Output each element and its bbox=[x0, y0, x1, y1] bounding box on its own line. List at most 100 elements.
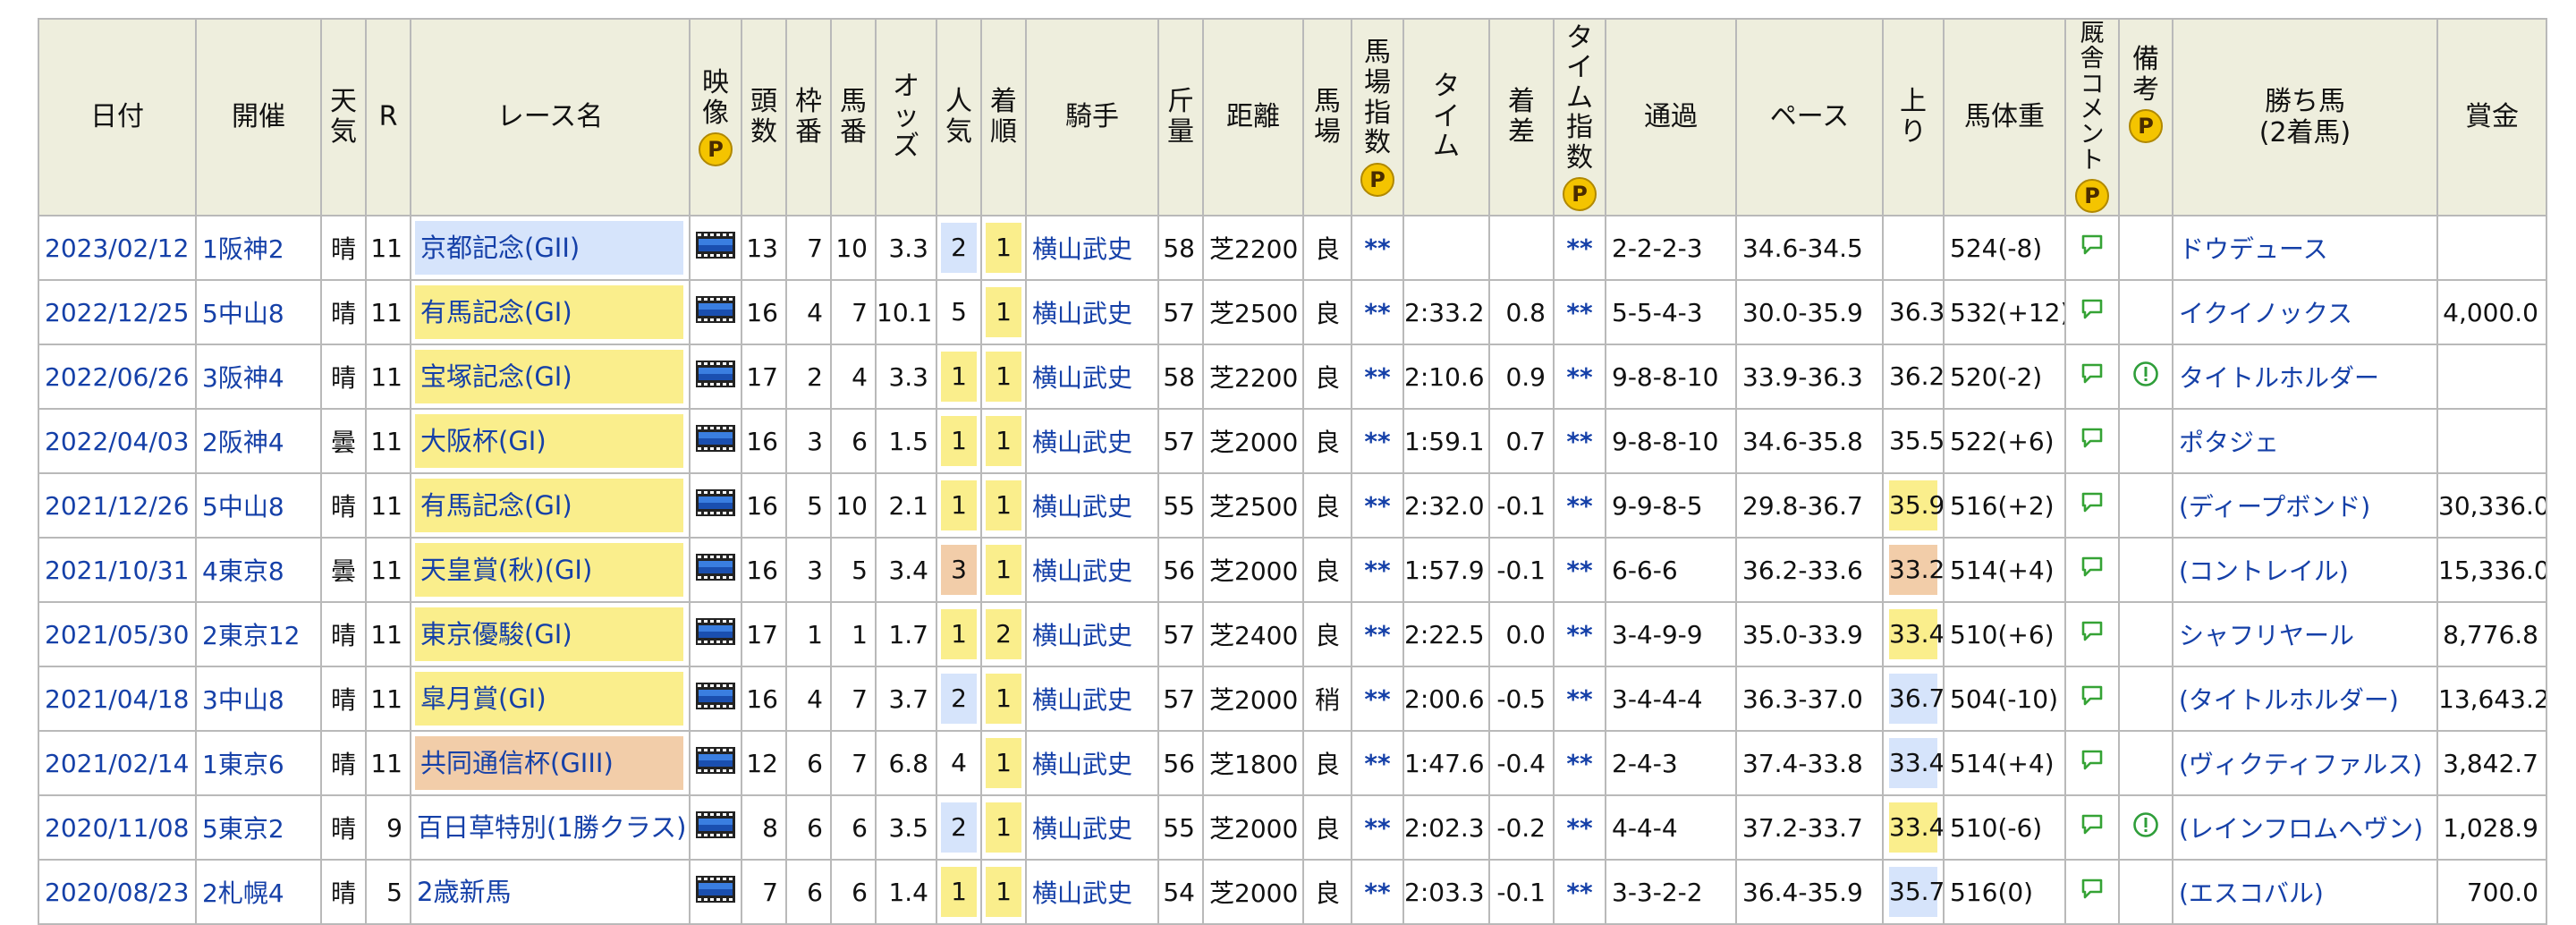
time-index-value[interactable]: ** bbox=[1566, 362, 1592, 392]
date-link[interactable]: 2022/06/26 bbox=[45, 362, 189, 392]
video-icon[interactable] bbox=[696, 617, 735, 651]
cell-date[interactable]: 2020/11/08 bbox=[38, 794, 197, 861]
cell-jockey[interactable]: 横山武史 bbox=[1025, 537, 1159, 603]
cell-race-name[interactable]: 有馬記念(GI) bbox=[410, 472, 691, 539]
date-link[interactable]: 2022/12/25 bbox=[45, 298, 189, 327]
cell-stable-comment[interactable] bbox=[2064, 859, 2120, 925]
cell-date[interactable]: 2021/02/14 bbox=[38, 730, 197, 796]
cell-venue[interactable]: 1東京6 bbox=[195, 730, 322, 796]
venue-link[interactable]: 5東京2 bbox=[202, 814, 284, 844]
winner-link[interactable]: シャフリヤール bbox=[2179, 621, 2354, 650]
cell-venue[interactable]: 4東京8 bbox=[195, 537, 322, 603]
jockey-link[interactable]: 横山武史 bbox=[1032, 234, 1132, 264]
date-link[interactable]: 2021/02/14 bbox=[45, 749, 189, 778]
cell-race-name[interactable]: 東京優駿(GI) bbox=[410, 601, 691, 667]
remark-alert-icon[interactable] bbox=[2132, 361, 2159, 394]
time-index-value[interactable]: ** bbox=[1566, 878, 1592, 907]
video-icon[interactable] bbox=[696, 810, 735, 844]
jockey-link[interactable]: 横山武史 bbox=[1032, 363, 1132, 393]
cell-time-index[interactable]: ** bbox=[1553, 794, 1606, 861]
time-index-value[interactable]: ** bbox=[1566, 684, 1592, 714]
cell-winner[interactable]: ポタジェ bbox=[2172, 408, 2438, 474]
premium-badge-icon[interactable]: P bbox=[2129, 108, 2163, 143]
cell-winner[interactable]: (エスコバル) bbox=[2172, 859, 2438, 925]
premium-badge-icon[interactable]: P bbox=[1360, 162, 1394, 197]
winner-link[interactable]: (ヴィクティファルス) bbox=[2179, 750, 2422, 779]
race-name-link[interactable]: 2歳新馬 bbox=[415, 865, 683, 919]
cell-video[interactable] bbox=[689, 279, 742, 345]
winner-link[interactable]: (ディープボンド) bbox=[2179, 492, 2370, 522]
cell-winner[interactable]: (ディープボンド) bbox=[2172, 472, 2438, 539]
cell-date[interactable]: 2021/04/18 bbox=[38, 666, 197, 732]
cell-time-index[interactable]: ** bbox=[1553, 859, 1606, 925]
video-icon[interactable] bbox=[696, 553, 735, 587]
time-index-value[interactable]: ** bbox=[1566, 233, 1592, 263]
cell-remarks[interactable] bbox=[2118, 344, 2174, 410]
cell-track-index[interactable]: ** bbox=[1351, 794, 1404, 861]
track-index-value[interactable]: ** bbox=[1364, 813, 1390, 843]
cell-video[interactable] bbox=[689, 215, 742, 281]
cell-jockey[interactable]: 横山武史 bbox=[1025, 408, 1159, 474]
cell-stable-comment[interactable] bbox=[2064, 344, 2120, 410]
track-index-value[interactable]: ** bbox=[1364, 298, 1390, 327]
jockey-link[interactable]: 横山武史 bbox=[1032, 492, 1132, 522]
video-icon[interactable] bbox=[696, 424, 735, 458]
venue-link[interactable]: 1阪神2 bbox=[202, 234, 284, 264]
venue-link[interactable]: 4東京8 bbox=[202, 556, 284, 586]
cell-video[interactable] bbox=[689, 794, 742, 861]
cell-remarks[interactable] bbox=[2118, 794, 2174, 861]
comment-icon[interactable] bbox=[2080, 362, 2104, 392]
cell-video[interactable] bbox=[689, 601, 742, 667]
cell-race-name[interactable]: 百日草特別(1勝クラス) bbox=[410, 794, 691, 861]
venue-link[interactable]: 2東京12 bbox=[202, 621, 300, 650]
premium-badge-icon[interactable]: P bbox=[2075, 179, 2109, 214]
winner-link[interactable]: ドウデュース bbox=[2179, 234, 2328, 264]
race-name-link[interactable]: 共同通信杯(GIII) bbox=[415, 736, 683, 790]
cell-time-index[interactable]: ** bbox=[1553, 279, 1606, 345]
cell-jockey[interactable]: 横山武史 bbox=[1025, 344, 1159, 410]
cell-winner[interactable]: (タイトルホルダー) bbox=[2172, 666, 2438, 732]
race-name-link[interactable]: 天皇賞(秋)(GI) bbox=[415, 543, 683, 597]
time-index-value[interactable]: ** bbox=[1566, 813, 1592, 843]
winner-link[interactable]: (タイトルホルダー) bbox=[2179, 685, 2399, 715]
jockey-link[interactable]: 横山武史 bbox=[1032, 750, 1132, 779]
cell-race-name[interactable]: 京都記念(GII) bbox=[410, 215, 691, 281]
race-name-link[interactable]: 宝塚記念(GI) bbox=[415, 350, 683, 403]
cell-track-index[interactable]: ** bbox=[1351, 730, 1404, 796]
cell-winner[interactable]: タイトルホルダー bbox=[2172, 344, 2438, 410]
jockey-link[interactable]: 横山武史 bbox=[1032, 621, 1132, 650]
video-icon[interactable] bbox=[696, 360, 735, 394]
cell-winner[interactable]: シャフリヤール bbox=[2172, 601, 2438, 667]
cell-jockey[interactable]: 横山武史 bbox=[1025, 279, 1159, 345]
cell-stable-comment[interactable] bbox=[2064, 408, 2120, 474]
cell-venue[interactable]: 2札幌4 bbox=[195, 859, 322, 925]
cell-stable-comment[interactable] bbox=[2064, 279, 2120, 345]
track-index-value[interactable]: ** bbox=[1364, 620, 1390, 649]
video-icon[interactable] bbox=[696, 295, 735, 329]
cell-date[interactable]: 2022/06/26 bbox=[38, 344, 197, 410]
cell-time-index[interactable]: ** bbox=[1553, 408, 1606, 474]
cell-time-index[interactable]: ** bbox=[1553, 472, 1606, 539]
cell-venue[interactable]: 3阪神4 bbox=[195, 344, 322, 410]
cell-stable-comment[interactable] bbox=[2064, 601, 2120, 667]
cell-winner[interactable]: (ヴィクティファルス) bbox=[2172, 730, 2438, 796]
cell-winner[interactable]: (コントレイル) bbox=[2172, 537, 2438, 603]
race-name-link[interactable]: 有馬記念(GI) bbox=[415, 479, 683, 532]
cell-video[interactable] bbox=[689, 472, 742, 539]
cell-race-name[interactable]: 有馬記念(GI) bbox=[410, 279, 691, 345]
cell-race-name[interactable]: 大阪杯(GI) bbox=[410, 408, 691, 474]
comment-icon[interactable] bbox=[2080, 620, 2104, 649]
winner-link[interactable]: タイトルホルダー bbox=[2179, 363, 2379, 393]
comment-icon[interactable] bbox=[2080, 556, 2104, 585]
cell-jockey[interactable]: 横山武史 bbox=[1025, 472, 1159, 539]
date-link[interactable]: 2021/10/31 bbox=[45, 556, 189, 585]
venue-link[interactable]: 5中山8 bbox=[202, 492, 284, 522]
cell-video[interactable] bbox=[689, 408, 742, 474]
race-name-link[interactable]: 皐月賞(GI) bbox=[415, 672, 683, 726]
cell-date[interactable]: 2020/08/23 bbox=[38, 859, 197, 925]
jockey-link[interactable]: 横山武史 bbox=[1032, 428, 1132, 457]
cell-video[interactable] bbox=[689, 666, 742, 732]
track-index-value[interactable]: ** bbox=[1364, 491, 1390, 521]
cell-date[interactable]: 2021/05/30 bbox=[38, 601, 197, 667]
cell-track-index[interactable]: ** bbox=[1351, 537, 1404, 603]
